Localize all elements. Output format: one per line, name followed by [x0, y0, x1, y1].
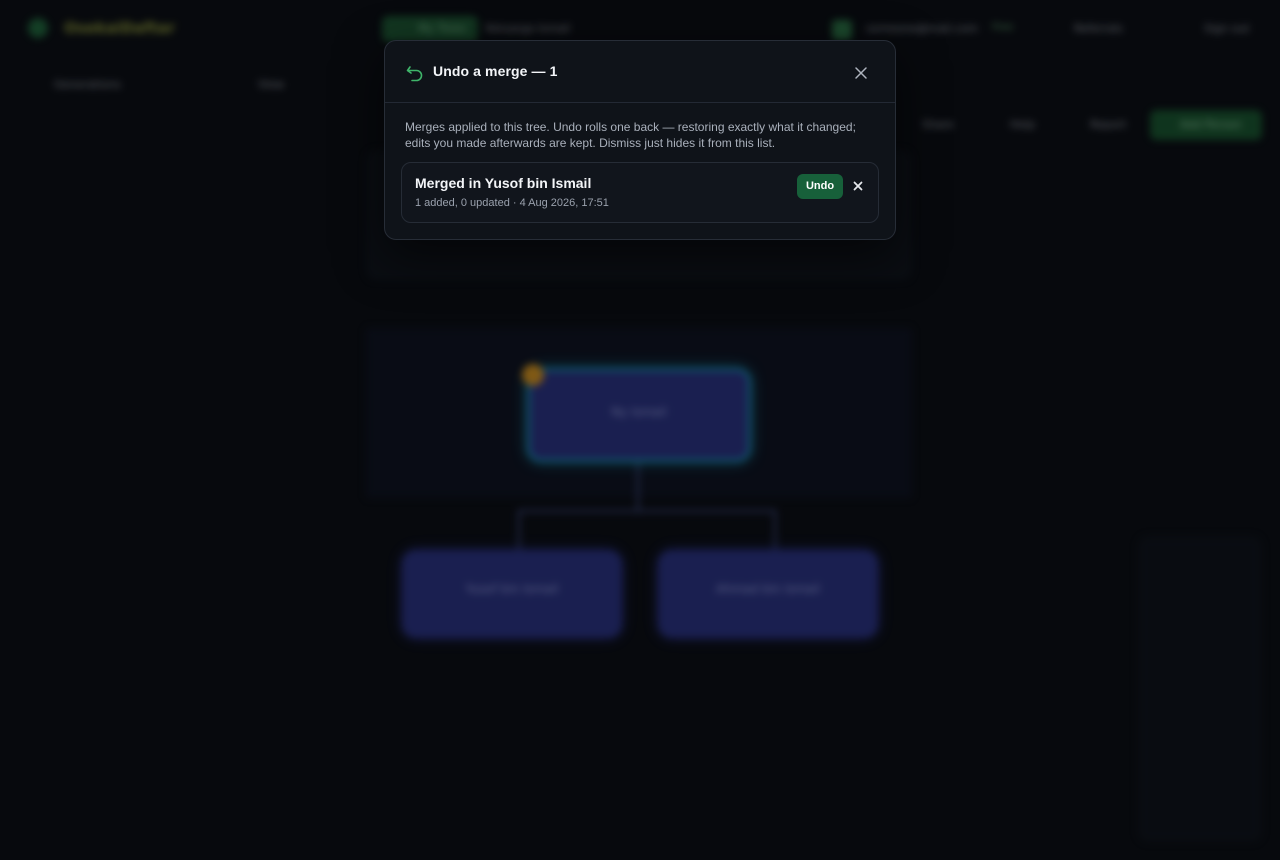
add-person-button[interactable]: Add Person: [1150, 110, 1262, 140]
my-trees-button[interactable]: My Trees: [382, 16, 478, 42]
undo-button[interactable]: Undo: [797, 174, 843, 199]
tree-name: Keluarga Ismail: [486, 22, 571, 35]
zoom-controls-panel[interactable]: [1138, 536, 1262, 842]
dismiss-icon: [853, 181, 863, 191]
account-email: someone@mail.com: [866, 22, 978, 35]
report-button[interactable]: Report: [1090, 118, 1126, 131]
connector-line: [518, 510, 776, 512]
generations-control[interactable]: Generations: [54, 78, 121, 91]
undo-arrow-icon: [405, 63, 425, 83]
view-control[interactable]: View: [258, 78, 284, 91]
person-name: Ny Ismail: [611, 405, 667, 419]
merge-list-item: Merged in Yusof bin Ismail 1 added, 0 up…: [401, 162, 879, 223]
dialog-description: Merges applied to this tree. Undo rolls …: [405, 120, 856, 150]
undo-merge-dialog: Undo a merge — 1 Merges applied to this …: [384, 40, 896, 240]
help-button[interactable]: Help: [1010, 118, 1035, 131]
close-button[interactable]: [851, 63, 871, 83]
logo-icon: [28, 18, 48, 38]
close-icon: [855, 67, 867, 79]
merge-meta: 1 added, 0 updated · 4 Aug 2026, 17:51: [415, 197, 609, 209]
referrals-link[interactable]: Referrals: [1074, 22, 1123, 35]
sign-out-link[interactable]: Sign out: [1204, 22, 1250, 35]
avatar[interactable]: [832, 20, 852, 40]
dialog-header: Undo a merge — 1: [385, 41, 895, 103]
person-node-yusof[interactable]: Yusof bin Ismail: [402, 550, 622, 638]
share-button[interactable]: Share: [922, 118, 954, 131]
connector-line: [518, 510, 520, 550]
connector-line: [774, 510, 776, 550]
plan-badge: Free: [992, 22, 1014, 33]
app-name: OsekaiDaftar: [64, 19, 175, 37]
merge-title: Merged in Yusof bin Ismail: [415, 175, 592, 191]
dismiss-button[interactable]: [848, 176, 868, 196]
dialog-title: Undo a merge — 1: [433, 63, 558, 79]
person-node-ahmad[interactable]: Ahmad bin Ismail: [658, 550, 878, 638]
connector-line: [637, 462, 639, 510]
root-badge-icon: [522, 364, 544, 386]
person-name: Ahmad bin Ismail: [715, 582, 821, 596]
person-name: Yusof bin Ismail: [465, 582, 559, 596]
person-node-root[interactable]: Ny Ismail: [527, 368, 751, 462]
